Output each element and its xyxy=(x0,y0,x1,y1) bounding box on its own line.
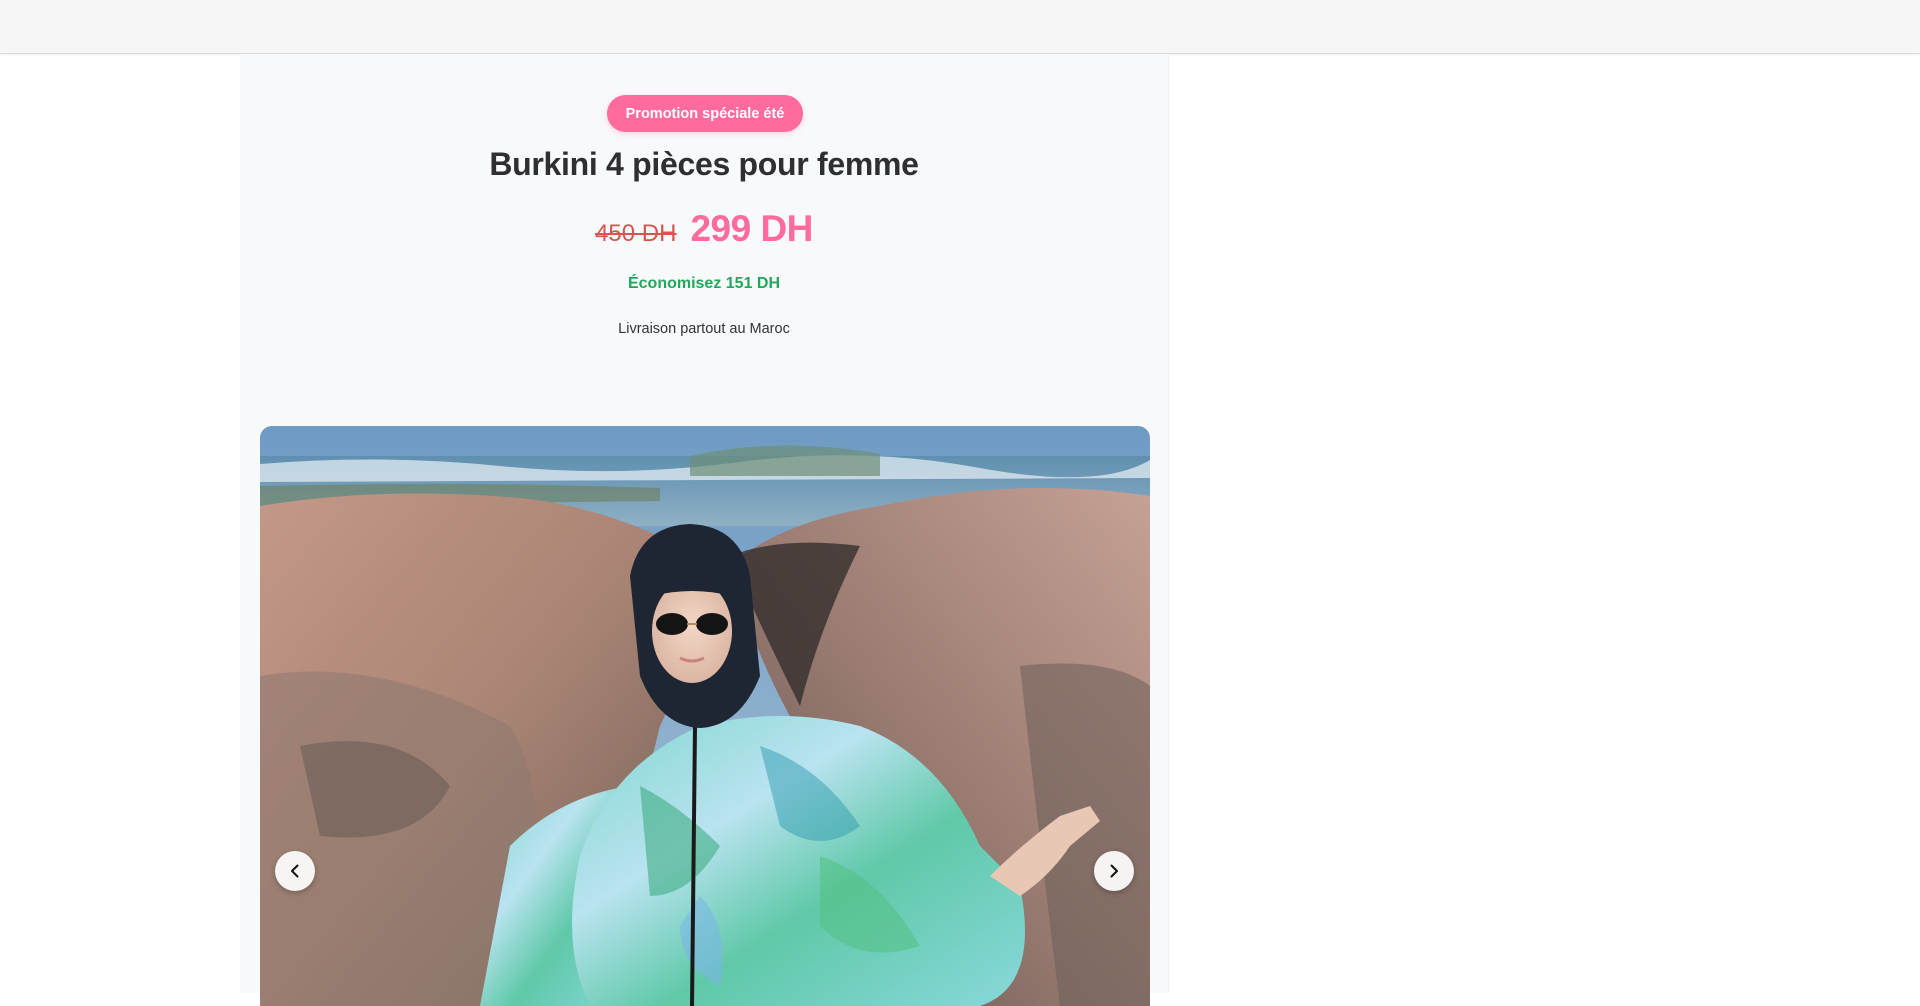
chevron-left-icon xyxy=(291,864,299,878)
carousel-next-button[interactable] xyxy=(1094,851,1134,891)
price-row: 450 DH 299 DH xyxy=(240,208,1168,250)
product-image-carousel[interactable] xyxy=(260,426,1150,1006)
chevron-right-icon xyxy=(1110,864,1118,878)
delivery-text: Livraison partout au Maroc xyxy=(618,321,790,337)
savings-text: Économisez 151 DH xyxy=(627,275,781,292)
top-header-bar xyxy=(0,0,1920,54)
product-photo xyxy=(260,426,1150,1006)
product-title: Burkini 4 pièces pour femme xyxy=(489,146,919,182)
new-price: 299 DH xyxy=(690,208,813,249)
carousel-prev-button[interactable] xyxy=(275,851,315,891)
promo-badge: Promotion spéciale été xyxy=(607,95,803,132)
old-price: 450 DH xyxy=(595,220,677,247)
